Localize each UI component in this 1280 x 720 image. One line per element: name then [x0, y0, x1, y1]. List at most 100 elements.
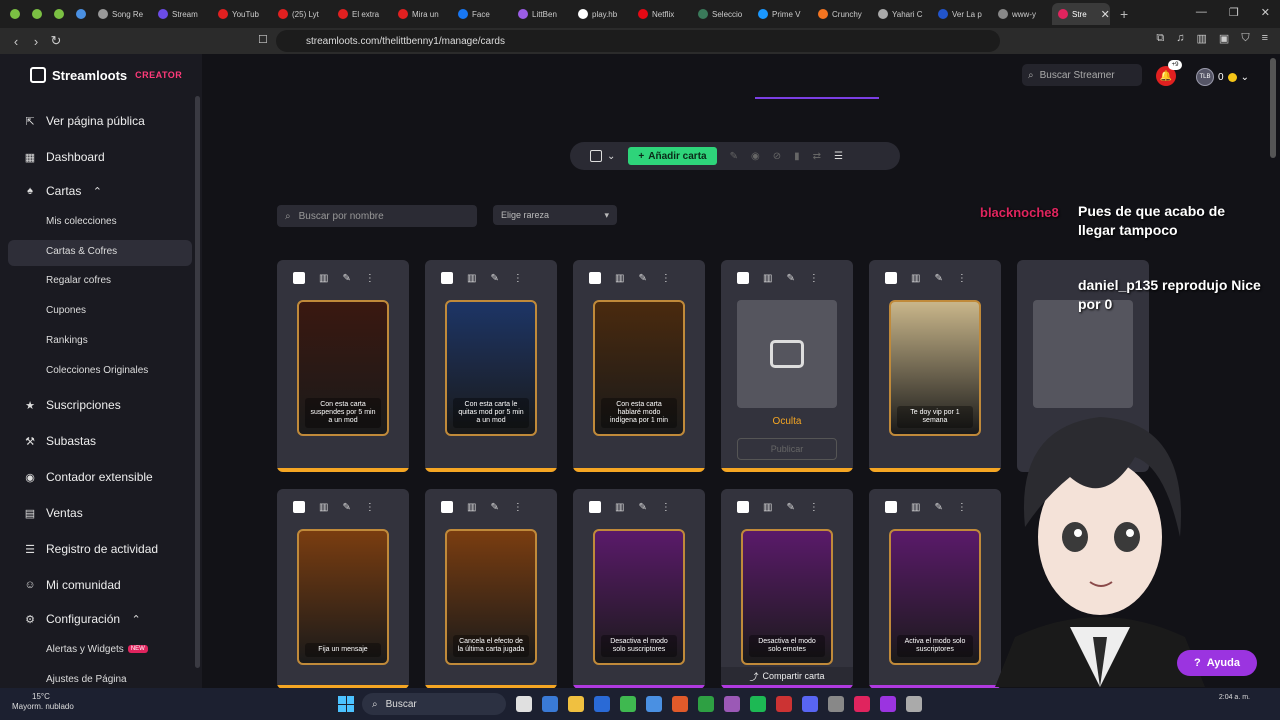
card-checkbox[interactable]: [737, 272, 749, 284]
browser-tab[interactable]: Prime V: [752, 3, 812, 25]
search-cards-input[interactable]: ⌕ Buscar por nombre: [277, 205, 477, 227]
taskbar-app-icon[interactable]: [880, 696, 896, 712]
minimize-icon[interactable]: —: [1196, 6, 1207, 19]
browser-tab[interactable]: Yahari C: [872, 3, 932, 25]
taskbar-app-icon[interactable]: [906, 696, 922, 712]
browser-tab[interactable]: El extra: [332, 3, 392, 25]
more-options-icon[interactable]: ⋮: [513, 273, 523, 284]
music-icon[interactable]: ♫: [1176, 32, 1184, 45]
card-checkbox[interactable]: [441, 272, 453, 284]
edit-icon[interactable]: ✎: [934, 273, 942, 284]
sidebar-item-contador[interactable]: ◉ Contador extensible: [24, 470, 153, 484]
taskbar-app-icon[interactable]: [776, 696, 792, 712]
sidebar-item-comunidad[interactable]: ☺ Mi comunidad: [24, 578, 120, 592]
bookmark-icon[interactable]: ☐: [258, 33, 268, 46]
shield-icon[interactable]: ⛉: [1241, 32, 1249, 45]
taskbar-app-icon[interactable]: [620, 696, 636, 712]
trash-icon[interactable]: ▮: [794, 151, 800, 162]
card-checkbox[interactable]: [885, 272, 897, 284]
edit-icon[interactable]: ✎: [490, 502, 498, 513]
card-item[interactable]: ▥ ✎ ⋮ Oculta Publicar: [721, 260, 853, 472]
more-options-icon[interactable]: ⋮: [365, 273, 375, 284]
add-card-button[interactable]: + Añadir carta: [628, 147, 717, 165]
browser-tab[interactable]: Ver La p: [932, 3, 992, 25]
taskbar-app-icon[interactable]: [802, 696, 818, 712]
sidebar-item-subastas[interactable]: ⚒ Subastas: [24, 434, 96, 448]
sidebar-item-suscripciones[interactable]: ★ Suscripciones: [24, 398, 121, 412]
sidebar-sub-ajustes[interactable]: Ajustes de Página: [46, 674, 127, 685]
sidebar-sub-mis-colecciones[interactable]: Mis colecciones: [46, 216, 117, 227]
share-card-button[interactable]: ⤴ Compartir carta: [721, 667, 853, 685]
more-options-icon[interactable]: ⋮: [957, 273, 967, 284]
stats-icon[interactable]: ▥: [911, 273, 920, 284]
browser-tab[interactable]: www-y: [992, 3, 1052, 25]
sidebar-sub-cupones[interactable]: Cupones: [46, 305, 86, 316]
sidebar-sub-colecciones-originales[interactable]: Colecciones Originales: [46, 365, 148, 376]
stats-icon[interactable]: ▥: [467, 502, 476, 513]
back-icon[interactable]: ‹: [6, 34, 26, 49]
browser-tab[interactable]: Netflix: [632, 3, 692, 25]
browser-tab[interactable]: [26, 3, 48, 25]
card-checkbox[interactable]: [293, 272, 305, 284]
card-item[interactable]: ▥ ✎ ⋮ Cancela el efecto de la última carta …: [425, 489, 557, 688]
brand-logo[interactable]: Streamloots CREATOR: [30, 67, 182, 83]
help-button[interactable]: ? Ayuda: [1177, 650, 1257, 676]
url-field[interactable]: streamloots.com/thelittbenny1/manage/car…: [276, 30, 1000, 52]
more-options-icon[interactable]: ⋮: [513, 502, 523, 513]
taskbar-app-icon[interactable]: [828, 696, 844, 712]
more-options-icon[interactable]: ⋮: [661, 502, 671, 513]
taskbar-app-icon[interactable]: [516, 696, 532, 712]
select-all-checkbox[interactable]: [590, 150, 602, 162]
browser-tab[interactable]: [4, 3, 26, 25]
browser-tab[interactable]: [48, 3, 70, 25]
browser-tab[interactable]: Seleccio: [692, 3, 752, 25]
browser-tab[interactable]: Crunchy: [812, 3, 872, 25]
card-checkbox[interactable]: [589, 272, 601, 284]
card-item[interactable]: ▥ ✎ ⋮ Con esta carta hablaré modo indígena …: [573, 260, 705, 472]
stats-icon[interactable]: ▥: [319, 273, 328, 284]
sidebar-item-dashboard[interactable]: ▦ Dashboard: [24, 150, 105, 164]
taskbar-app-icon[interactable]: [750, 696, 766, 712]
publish-button[interactable]: Publicar: [737, 438, 837, 460]
eye-icon[interactable]: ◉: [751, 151, 760, 162]
browser-tab[interactable]: LittBen: [512, 3, 572, 25]
taskbar-search[interactable]: ⌕ Buscar: [362, 693, 506, 715]
sidebar-sub-cartas-cofres[interactable]: Cartas & Cofres: [46, 246, 117, 257]
eye-off-icon[interactable]: ⊘: [773, 151, 781, 162]
stats-icon[interactable]: ▥: [763, 273, 772, 284]
card-item[interactable]: ▥ ✎ ⋮ Con esta carta le quitas mod por 5 mi…: [425, 260, 557, 472]
taskbar-app-icon[interactable]: [646, 696, 662, 712]
stats-icon[interactable]: ▥: [467, 273, 476, 284]
sidebar-sub-alertas[interactable]: Alertas y Widgets NEW: [46, 644, 148, 655]
windows-start-icon[interactable]: [338, 696, 354, 712]
browser-tab[interactable]: (25) Lyt: [272, 3, 332, 25]
card-checkbox[interactable]: [293, 501, 305, 513]
more-options-icon[interactable]: ⋮: [957, 502, 967, 513]
browser-tab[interactable]: Song Re: [92, 3, 152, 25]
card-checkbox[interactable]: [885, 501, 897, 513]
sidebar-sub-regalar-cofres[interactable]: Regalar cofres: [46, 275, 111, 286]
search-streamer-field[interactable]: ⌕ Buscar Streamer: [1022, 64, 1142, 86]
clock[interactable]: 2:04 a. m.: [1219, 694, 1250, 701]
sidebar-item-configuracion[interactable]: ⚙ Configuración ⌃: [24, 612, 142, 626]
taskbar-app-icon[interactable]: [698, 696, 714, 712]
edit-icon[interactable]: ✎: [730, 151, 738, 162]
taskbar-app-icon[interactable]: [568, 696, 584, 712]
card-item[interactable]: ▥ ✎ ⋮ Con esta carta suspendes por 5 min a …: [277, 260, 409, 472]
edit-icon[interactable]: ✎: [786, 502, 794, 513]
card-item[interactable]: ▥ ✎ ⋮ Desactiva el modo solo suscriptores: [573, 489, 705, 688]
user-menu[interactable]: TLB 0 ⌄: [1196, 68, 1249, 86]
card-checkbox[interactable]: [737, 501, 749, 513]
sidebar-item-ver-pagina[interactable]: ⇱ Ver página pública: [24, 114, 144, 128]
taskbar-app-icon[interactable]: [594, 696, 610, 712]
taskbar-app-icon[interactable]: [542, 696, 558, 712]
stats-icon[interactable]: ▥: [911, 502, 920, 513]
browser-tab[interactable]: Face: [452, 3, 512, 25]
card-checkbox[interactable]: [441, 501, 453, 513]
menu-icon[interactable]: ≡: [1262, 32, 1268, 45]
stats-icon[interactable]: ▥: [615, 273, 624, 284]
close-window-icon[interactable]: ✕: [1261, 6, 1270, 19]
chevron-down-icon[interactable]: ⌄: [607, 151, 615, 162]
screenshot-icon[interactable]: ⧉: [1156, 32, 1164, 45]
page-scrollbar[interactable]: [1270, 58, 1276, 158]
